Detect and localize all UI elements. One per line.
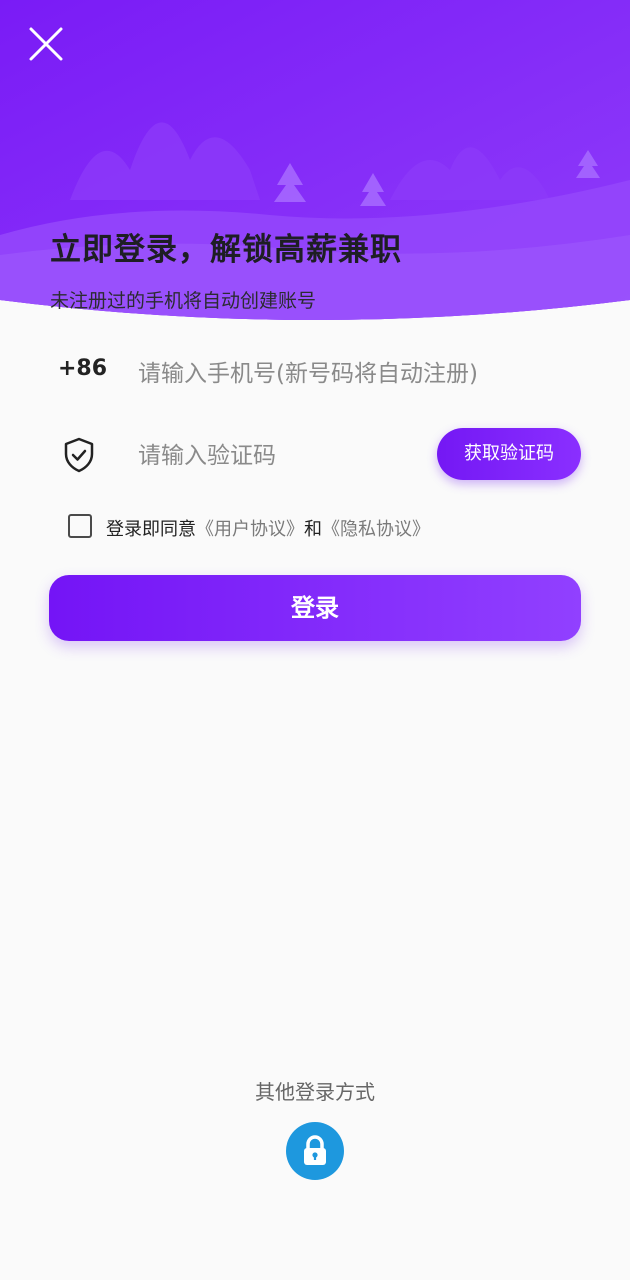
login-button[interactable]: 登录 [49,575,581,641]
user-agreement-link[interactable]: 《用户协议》 [196,519,304,540]
privacy-policy-link[interactable]: 《隐私协议》 [322,519,430,540]
close-icon [29,27,63,61]
country-code-selector[interactable]: +86 [58,356,107,381]
alt-login-button[interactable] [285,1121,345,1181]
agreement-joiner: 和 [304,519,322,540]
header-background [0,0,630,320]
agreement-text: 登录即同意《用户协议》和《隐私协议》 [106,515,430,541]
page-title: 立即登录，解锁高薪兼职 [50,232,402,268]
get-code-button[interactable]: 获取验证码 [437,428,581,480]
verification-code-input[interactable] [138,436,418,476]
shield-check-icon [62,436,96,474]
lock-icon [286,1122,344,1180]
agreement-checkbox[interactable] [68,514,92,538]
close-button[interactable] [26,24,66,64]
header-banner [0,0,630,330]
other-login-label: 其他登录方式 [255,1080,375,1104]
agreement-prefix: 登录即同意 [106,519,196,540]
page-subtitle: 未注册过的手机将自动创建账号 [50,290,317,312]
phone-number-input[interactable] [138,354,578,394]
